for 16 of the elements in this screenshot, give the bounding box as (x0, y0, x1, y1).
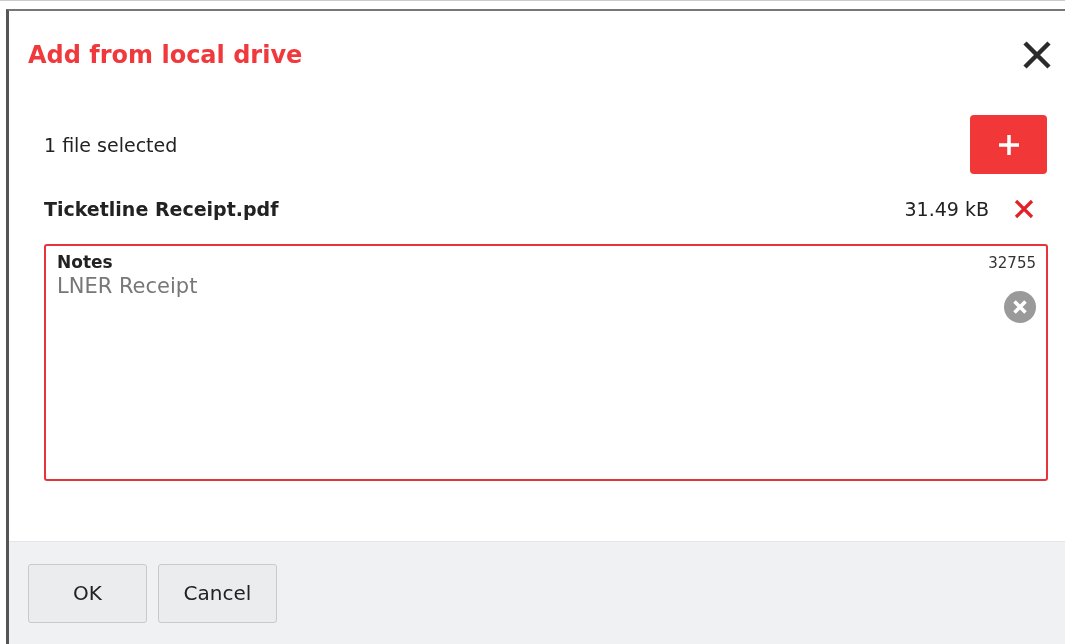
selection-summary: 1 file selected (44, 133, 178, 156)
notes-input[interactable]: LNER Receipt (57, 274, 996, 471)
character-counter: 32755 (988, 254, 1036, 272)
dialog-title: Add from local drive (28, 41, 303, 69)
file-name: Ticketline Receipt.pdf (44, 198, 280, 220)
plus-icon (997, 133, 1020, 156)
notes-label: Notes (57, 252, 113, 272)
add-file-button[interactable] (970, 115, 1047, 174)
close-icon (1022, 40, 1052, 70)
close-icon (1014, 199, 1034, 219)
clear-button[interactable] (1003, 290, 1037, 324)
cancel-button[interactable]: Cancel (158, 563, 277, 623)
ok-button[interactable]: OK (28, 563, 147, 623)
file-size: 31.49 kB (904, 198, 989, 220)
clear-icon (1003, 290, 1037, 324)
notes-field[interactable]: Notes 32755 LNER Receipt (44, 244, 1048, 481)
